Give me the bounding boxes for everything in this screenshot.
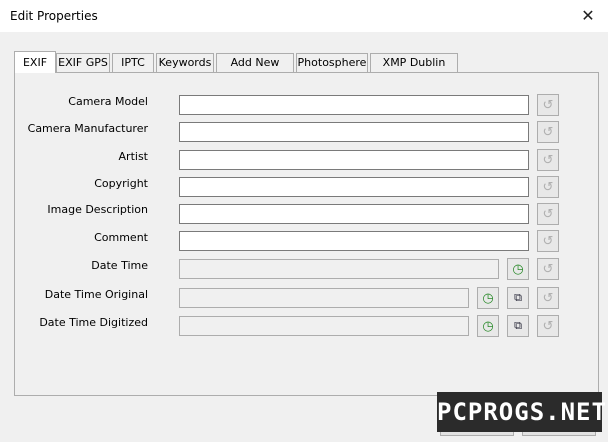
date-time-label: Date Time [91, 259, 148, 272]
date-time-original-input [179, 288, 469, 308]
undo-icon-glyph: ↺ [542, 290, 554, 306]
tab-xmp-dublin-core[interactable]: XMP Dublin Core [370, 53, 458, 87]
undo-icon[interactable]: ↺ [537, 176, 559, 198]
camera-model-input[interactable] [179, 95, 529, 115]
undo-icon-glyph: ↺ [542, 318, 554, 334]
exif-panel: Camera Model ↺ Camera Manufacturer ↺ Art… [14, 72, 599, 396]
date-time-digitized-input [179, 316, 469, 336]
image-description-input[interactable] [179, 204, 529, 224]
undo-icon-glyph: ↺ [542, 179, 554, 195]
copy-icon[interactable]: ⧉ [507, 287, 529, 309]
artist-input[interactable] [179, 150, 529, 170]
undo-icon[interactable]: ↺ [537, 258, 559, 280]
undo-icon[interactable]: ↺ [537, 315, 559, 337]
title-bar: Edit Properties ✕ [0, 0, 608, 32]
image-description-label: Image Description [47, 203, 148, 216]
window-title: Edit Properties [10, 9, 98, 23]
copy-icon-glyph: ⧉ [514, 291, 522, 304]
undo-icon[interactable]: ↺ [537, 287, 559, 309]
date-time-original-label: Date Time Original [44, 288, 148, 301]
clock-icon[interactable]: ◷ [507, 258, 529, 280]
undo-icon[interactable]: ↺ [537, 149, 559, 171]
undo-icon[interactable]: ↺ [537, 121, 559, 143]
comment-input[interactable] [179, 231, 529, 251]
tab-photosphere[interactable]: Photosphere [296, 53, 368, 72]
tab-exif[interactable]: EXIF [14, 51, 56, 73]
undo-icon-glyph: ↺ [542, 233, 554, 249]
tab-add-new-tags[interactable]: Add New Tags [216, 53, 294, 87]
clock-icon-glyph: ◷ [512, 261, 524, 277]
clock-icon-glyph: ◷ [482, 318, 494, 334]
undo-icon-glyph: ↺ [542, 261, 554, 277]
watermark: PCPROGS.NET [437, 392, 606, 432]
undo-icon[interactable]: ↺ [537, 94, 559, 116]
clock-icon[interactable]: ◷ [477, 315, 499, 337]
copyright-label: Copyright [94, 177, 148, 190]
date-time-input [179, 259, 499, 279]
undo-icon-glyph: ↺ [542, 152, 554, 168]
tab-exif-gps[interactable]: EXIF GPS [56, 53, 110, 72]
copyright-input[interactable] [179, 177, 529, 197]
undo-icon-glyph: ↺ [542, 97, 554, 113]
tab-keywords[interactable]: Keywords [156, 53, 214, 72]
undo-icon[interactable]: ↺ [537, 203, 559, 225]
watermark-text: PCPROGS.NET [437, 398, 607, 426]
artist-label: Artist [118, 150, 148, 163]
clock-icon-glyph: ◷ [482, 290, 494, 306]
copy-icon[interactable]: ⧉ [507, 315, 529, 337]
clock-icon[interactable]: ◷ [477, 287, 499, 309]
tab-iptc[interactable]: IPTC [112, 53, 154, 72]
copy-icon-glyph: ⧉ [514, 319, 522, 332]
camera-manufacturer-input[interactable] [179, 122, 529, 142]
undo-icon[interactable]: ↺ [537, 230, 559, 252]
camera-model-label: Camera Model [68, 95, 148, 108]
close-icon[interactable]: ✕ [576, 4, 600, 28]
camera-manufacturer-label: Camera Manufacturer [27, 122, 148, 135]
comment-label: Comment [94, 231, 148, 244]
dialog-body: EXIF EXIF GPS IPTC Keywords Add New Tags… [0, 32, 608, 442]
undo-icon-glyph: ↺ [542, 206, 554, 222]
undo-icon-glyph: ↺ [542, 124, 554, 140]
date-time-digitized-label: Date Time Digitized [39, 316, 148, 329]
